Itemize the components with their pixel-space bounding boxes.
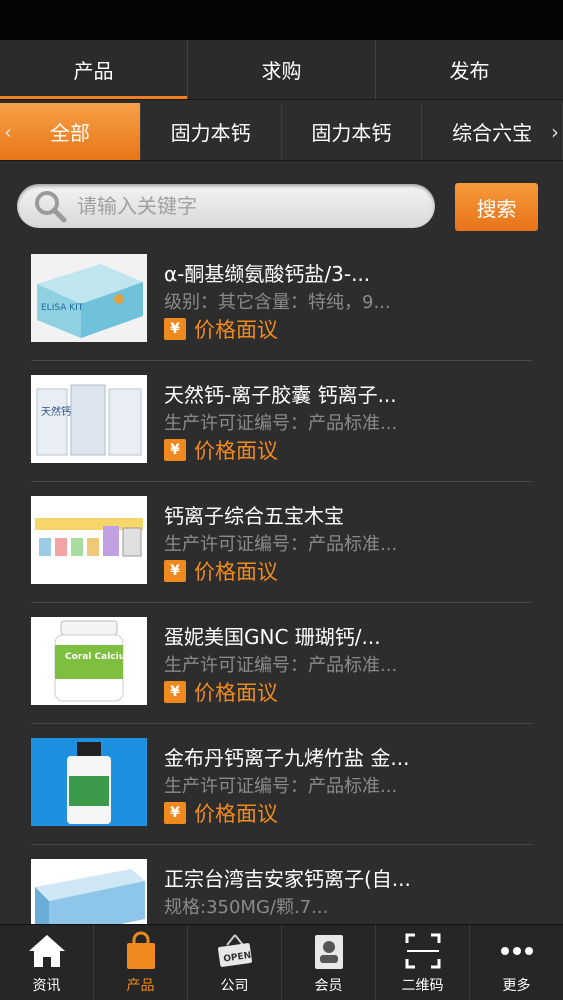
product-item[interactable]: 正宗台湾吉安家钙离子(自... 规格:350MG/颗.7... [31,845,532,924]
nav-more[interactable]: 更多 [470,925,563,1000]
chevron-left-icon[interactable]: ‹ [0,103,16,161]
category-item[interactable]: 固力本钙 [140,103,282,160]
product-title: α-酮基缬氨酸钙盐/3-... [164,262,371,286]
category-bar: ‹ 全部 固力本钙 固力本钙 综合六宝 › [0,103,563,161]
product-item[interactable]: 金布丹钙离子九烤竹盐 金... 生产许可证编号：产品标准... ¥ 价格面议 [31,724,532,845]
search-input[interactable] [77,194,397,218]
price-row: ¥ 价格面议 [164,556,278,586]
product-title: 钙离子综合五宝木宝 [164,504,344,528]
search-icon [33,189,67,223]
chevron-right-icon[interactable]: › [547,103,563,161]
product-image: 天然钙 [31,375,147,463]
category-all[interactable]: 全部 [0,103,141,160]
product-title: 正宗台湾吉安家钙离子(自... [164,867,411,891]
nav-company[interactable]: OPEN 公司 [188,925,282,1000]
nav-label: 公司 [220,978,249,994]
status-bar [0,0,563,40]
category-label: 全部 [49,121,90,145]
thumb-label: ELISA KIT [41,303,84,313]
product-image [31,859,147,924]
price-label: 价格面议 [194,802,278,826]
search-button[interactable]: 搜索 [455,183,538,231]
qr-scan-icon [403,931,443,971]
product-desc: 生产许可证编号：产品标准... [164,534,398,555]
product-desc: 生产许可证编号：产品标准... [164,776,398,797]
thumb-label: 天然钙 [41,405,71,418]
product-desc: 生产许可证编号：产品标准... [164,413,398,434]
yen-icon: ¥ [164,560,186,582]
nav-news[interactable]: 资讯 [0,925,94,1000]
more-dots-icon [497,931,537,971]
bottom-nav: 资讯 产品 OPEN 公司 会员 二维码 更多 [0,924,563,1000]
nav-label: 更多 [502,978,531,994]
nav-label: 会员 [314,978,343,994]
yen-icon: ¥ [164,439,186,461]
price-row: ¥ 价格面议 [164,314,278,344]
tab-publish[interactable]: 发布 [376,40,563,99]
price-row: ¥ 价格面议 [164,798,278,828]
yen-icon: ¥ [164,318,186,340]
category-label: 固力本钙 [170,121,251,145]
product-desc: 规格:350MG/颗.7... [164,897,329,918]
search-row: 搜索 [0,175,563,235]
tab-label: 发布 [449,59,490,83]
thumb-label: Coral Calcium [65,652,135,662]
price-label: 价格面议 [194,560,278,584]
category-label: 固力本钙 [311,121,392,145]
product-title: 金布丹钙离子九烤竹盐 金... [164,746,410,770]
yen-icon: ¥ [164,681,186,703]
yen-icon: ¥ [164,802,186,824]
product-image: ELISA KIT [31,254,147,342]
product-title: 蛋妮美国GNC 珊瑚钙/... [164,625,381,649]
product-item[interactable]: 天然钙 天然钙-离子胶囊 钙离子... 生产许可证编号：产品标准... ¥ 价格… [31,361,532,482]
product-desc: 生产许可证编号：产品标准... [164,655,398,676]
product-item[interactable]: ELISA KIT α-酮基缬氨酸钙盐/3-... 级别：其它含量：特纯，9..… [31,240,532,361]
home-icon [27,931,67,971]
product-list: ELISA KIT α-酮基缬氨酸钙盐/3-... 级别：其它含量：特纯，9..… [0,240,563,924]
nav-qrcode[interactable]: 二维码 [376,925,470,1000]
tab-label: 产品 [73,59,114,83]
product-item[interactable]: Coral Calcium 蛋妮美国GNC 珊瑚钙/... 生产许可证编号：产品… [31,603,532,724]
tab-purchase[interactable]: 求购 [188,40,376,99]
category-item[interactable]: 综合六宝 [422,103,563,160]
nav-label: 二维码 [401,978,444,994]
product-image [31,738,147,826]
bag-icon [121,931,161,971]
product-title: 天然钙-离子胶囊 钙离子... [164,383,397,407]
search-box[interactable] [17,184,435,228]
price-label: 价格面议 [194,681,278,705]
nav-products[interactable]: 产品 [94,925,188,1000]
category-label: 综合六宝 [452,121,533,145]
price-label: 价格面议 [194,318,278,342]
open-sign-icon: OPEN [215,931,255,971]
member-card-icon [309,931,349,971]
main-tabs: 产品 求购 发布 [0,40,563,100]
product-image: Coral Calcium [31,617,147,705]
category-item[interactable]: 固力本钙 [281,103,423,160]
nav-label: 资讯 [32,978,61,994]
product-image [31,496,147,584]
price-label: 价格面议 [194,439,278,463]
price-row: ¥ 价格面议 [164,435,278,465]
tab-label: 求购 [261,59,302,83]
price-row: ¥ 价格面议 [164,677,278,707]
product-desc: 级别：其它含量：特纯，9... [164,292,391,313]
product-item[interactable]: 钙离子综合五宝木宝 生产许可证编号：产品标准... ¥ 价格面议 [31,482,532,603]
nav-member[interactable]: 会员 [282,925,376,1000]
nav-label: 产品 [126,978,155,994]
tab-products[interactable]: 产品 [0,40,188,99]
